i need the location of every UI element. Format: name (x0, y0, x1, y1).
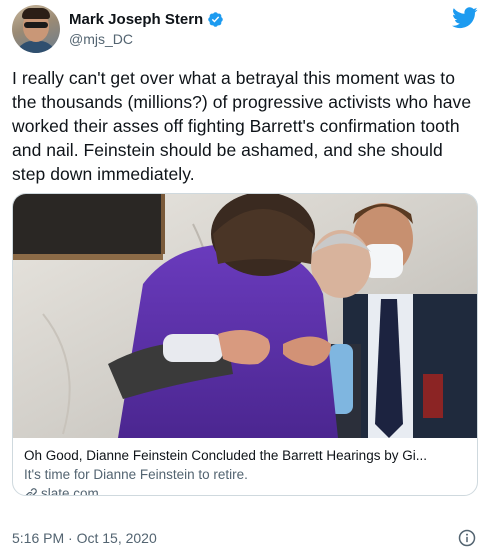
author-handle[interactable]: @mjs_DC (69, 31, 224, 47)
tweet-text: I really can't get over what a betrayal … (12, 68, 472, 184)
author-avatar[interactable] (12, 5, 60, 53)
author-block[interactable]: Mark Joseph Stern @mjs_DC (69, 11, 224, 47)
author-name[interactable]: Mark Joseph Stern (69, 11, 203, 28)
link-preview-domain[interactable]: slate.com (24, 486, 466, 496)
link-preview-title[interactable]: Oh Good, Dianne Feinstein Concluded the … (24, 448, 466, 463)
verified-badge-icon (208, 12, 223, 27)
link-domain-text: slate.com (41, 486, 99, 496)
tweet-card: Mark Joseph Stern @mjs_DC I really can't… (0, 0, 490, 555)
tweet-timestamp[interactable]: 5:16 PM · Oct 15, 2020 (12, 530, 157, 546)
twitter-bird-icon[interactable] (452, 7, 478, 29)
info-icon[interactable] (458, 529, 476, 547)
link-preview-image (13, 194, 477, 438)
link-icon (25, 487, 37, 495)
link-preview-card[interactable]: Oh Good, Dianne Feinstein Concluded the … (12, 193, 478, 496)
link-preview-description: It's time for Dianne Feinstein to retire… (24, 467, 248, 482)
tweet-footer: 5:16 PM · Oct 15, 2020 (12, 527, 478, 549)
tweet-header: Mark Joseph Stern @mjs_DC (12, 5, 478, 55)
